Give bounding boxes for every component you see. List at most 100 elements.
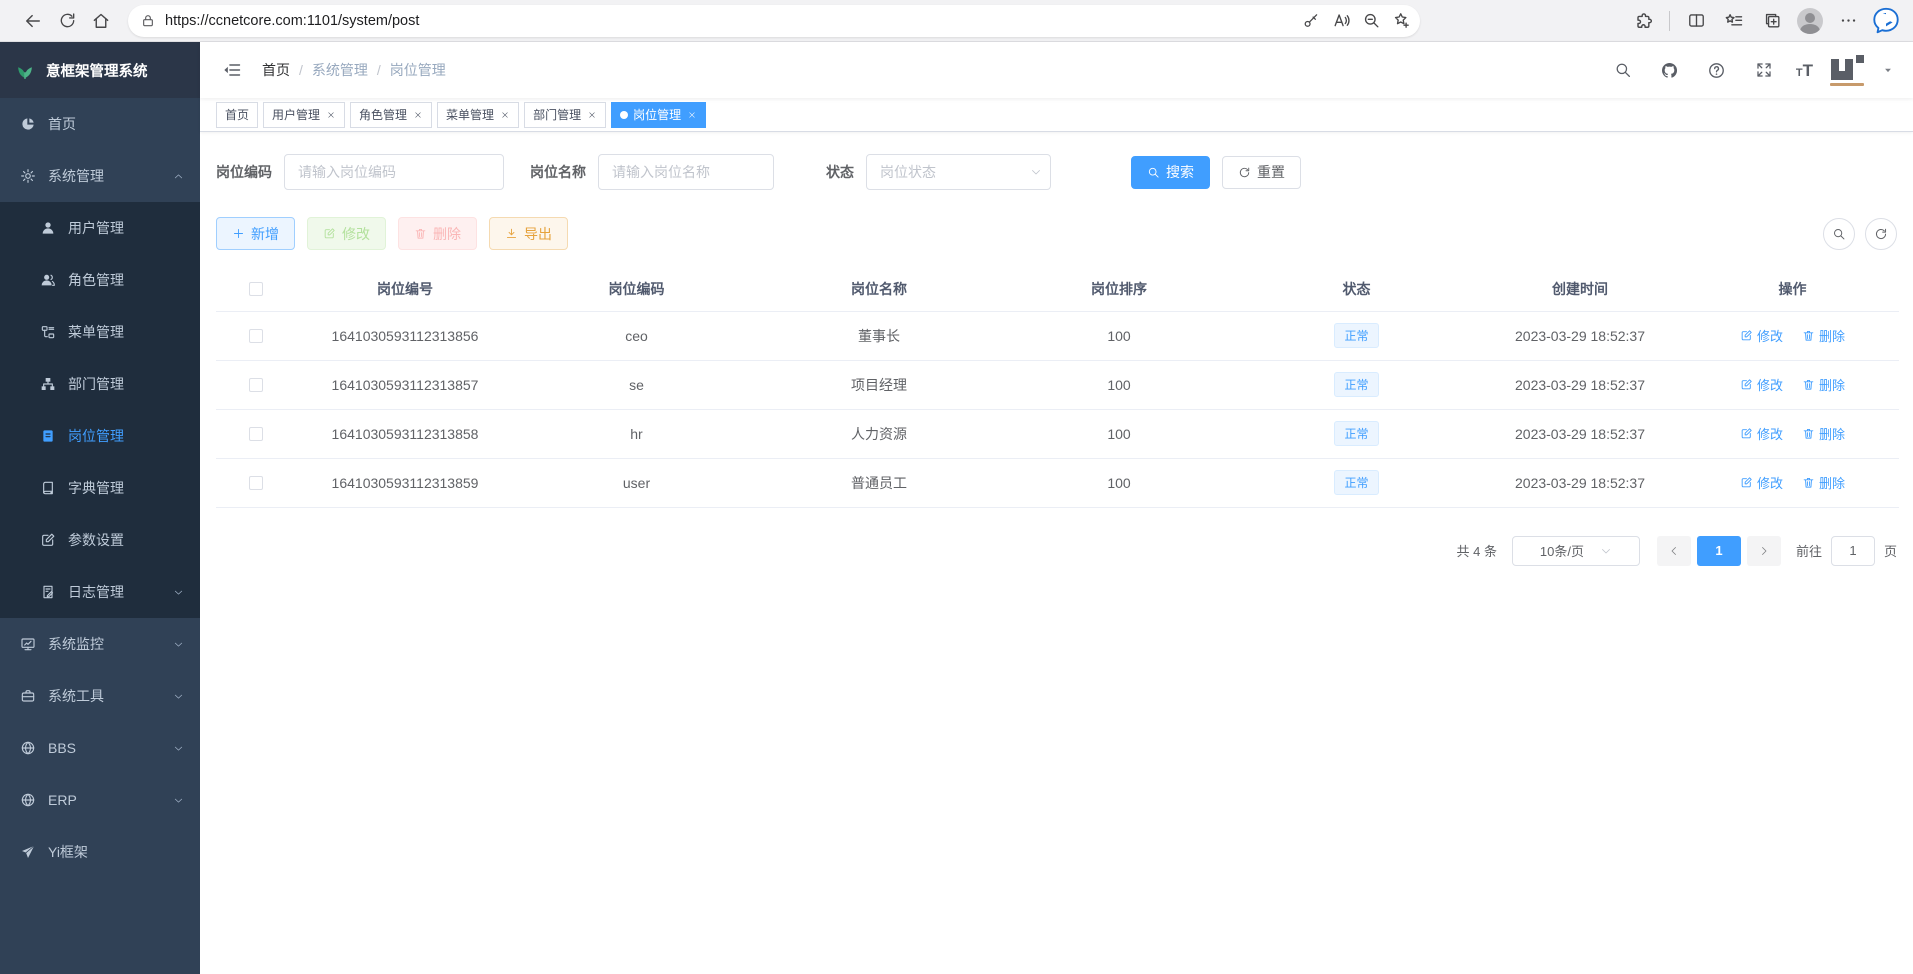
cell-post-code: user: [514, 458, 759, 507]
tag-role-mgmt[interactable]: 角色管理: [350, 102, 432, 128]
row-checkbox[interactable]: [249, 329, 263, 343]
search-button[interactable]: 搜索: [1131, 156, 1210, 189]
font-size-button[interactable]: TT: [1796, 62, 1813, 79]
next-page-button[interactable]: [1747, 536, 1781, 566]
row-edit-link[interactable]: 修改: [1740, 424, 1783, 443]
table-row[interactable]: 1641030593112313856 ceo 董事长 100 正常 2023-…: [216, 311, 1899, 360]
export-button[interactable]: 导出: [489, 217, 568, 250]
sidebar-item-label: 部门管理: [68, 374, 124, 394]
fullscreen-icon: [1755, 61, 1773, 79]
tag-label: 角色管理: [359, 106, 407, 123]
row-edit-link[interactable]: 修改: [1740, 473, 1783, 492]
read-aloud-button[interactable]: [1326, 7, 1356, 35]
sidebar-item-user-mgmt[interactable]: 用户管理: [0, 202, 200, 254]
row-checkbox[interactable]: [249, 378, 263, 392]
sidebar-item-role-mgmt[interactable]: 角色管理: [0, 254, 200, 306]
sidebar-item-system-tools[interactable]: 系统工具: [0, 670, 200, 722]
row-delete-link[interactable]: 删除: [1802, 326, 1845, 345]
page-content: 岗位编码 岗位名称 状态 岗位状态 搜索 重置: [200, 132, 1913, 974]
select-all-checkbox[interactable]: [249, 282, 263, 296]
col-created: 创建时间: [1474, 267, 1686, 311]
post-code-input[interactable]: [284, 154, 504, 190]
tag-close-icon[interactable]: [412, 109, 423, 120]
help-button[interactable]: [1702, 55, 1732, 85]
page-size-select[interactable]: 10条/页: [1512, 536, 1640, 566]
tag-home[interactable]: 首页: [216, 102, 258, 128]
delete-button[interactable]: 删除: [398, 217, 477, 250]
browser-menu-button[interactable]: [1831, 4, 1865, 38]
col-post-name: 岗位名称: [759, 267, 999, 311]
current-page-button[interactable]: 1: [1697, 536, 1741, 566]
show-search-toggle-button[interactable]: [1823, 218, 1855, 250]
sidebar-item-label: BBS: [48, 740, 76, 756]
download-icon: [505, 227, 518, 240]
extensions-button[interactable]: [1626, 4, 1660, 38]
goto-page-input[interactable]: [1831, 536, 1875, 566]
split-screen-button[interactable]: [1679, 4, 1713, 38]
bing-chat-button[interactable]: [1869, 4, 1903, 38]
row-edit-link[interactable]: 修改: [1740, 326, 1783, 345]
sidebar-item-menu-mgmt[interactable]: 菜单管理: [0, 306, 200, 358]
status-select[interactable]: 岗位状态: [866, 154, 1051, 190]
table-toolbar: 新增 修改 删除 导出: [216, 217, 1899, 250]
tag-close-icon[interactable]: [499, 109, 510, 120]
row-delete-link[interactable]: 删除: [1802, 473, 1845, 492]
zoom-out-button[interactable]: [1356, 7, 1386, 35]
header-search-button[interactable]: [1608, 55, 1638, 85]
user-avatar-menu[interactable]: [1830, 55, 1864, 86]
sidebar-item-dept-mgmt[interactable]: 部门管理: [0, 358, 200, 410]
sidebar-item-param-settings[interactable]: 参数设置: [0, 514, 200, 566]
row-delete-link[interactable]: 删除: [1802, 375, 1845, 394]
table-row[interactable]: 1641030593112313858 hr 人力资源 100 正常 2023-…: [216, 409, 1899, 458]
password-key-button[interactable]: [1296, 7, 1326, 35]
caret-down-icon[interactable]: [1883, 65, 1893, 75]
browser-home-button[interactable]: [84, 4, 118, 38]
sidebar-item-log-mgmt[interactable]: 日志管理: [0, 566, 200, 618]
app-logo[interactable]: 意框架管理系统: [0, 42, 200, 98]
sidebar-item-dict-mgmt[interactable]: 字典管理: [0, 462, 200, 514]
row-checkbox[interactable]: [249, 427, 263, 441]
sidebar-item-home[interactable]: 首页: [0, 98, 200, 150]
tag-post-mgmt-active[interactable]: 岗位管理: [611, 102, 706, 128]
sidebar-item-system-monitor[interactable]: 系统监控: [0, 618, 200, 670]
table-row[interactable]: 1641030593112313857 se 项目经理 100 正常 2023-…: [216, 360, 1899, 409]
tag-close-icon[interactable]: [686, 109, 697, 120]
reset-button[interactable]: 重置: [1222, 156, 1301, 189]
fullscreen-button[interactable]: [1749, 55, 1779, 85]
profile-button[interactable]: [1793, 4, 1827, 38]
add-button[interactable]: 新增: [216, 217, 295, 250]
sidebar-collapse-button[interactable]: [214, 52, 250, 88]
favorites-button[interactable]: [1717, 4, 1751, 38]
collections-button[interactable]: [1755, 4, 1789, 38]
address-bar[interactable]: https://ccnetcore.com:1101/system/post: [128, 5, 1420, 37]
browser-back-button[interactable]: [16, 4, 50, 38]
sidebar-item-erp[interactable]: ERP: [0, 774, 200, 826]
url-text[interactable]: https://ccnetcore.com:1101/system/post: [165, 13, 1296, 29]
tag-dept-mgmt[interactable]: 部门管理: [524, 102, 606, 128]
add-favorite-button[interactable]: [1386, 7, 1416, 35]
row-checkbox[interactable]: [249, 476, 263, 490]
github-link-button[interactable]: [1655, 55, 1685, 85]
sidebar-item-system-mgmt[interactable]: 系统管理: [0, 150, 200, 202]
chevron-down-icon: [1030, 166, 1042, 178]
cell-post-sort: 100: [999, 360, 1239, 409]
header-select-all: [216, 267, 296, 311]
refresh-table-button[interactable]: [1865, 218, 1897, 250]
sidebar-item-label: 用户管理: [68, 218, 124, 238]
breadcrumb-home[interactable]: 首页: [262, 60, 290, 80]
sidebar-item-post-mgmt[interactable]: 岗位管理: [0, 410, 200, 462]
tag-close-icon[interactable]: [325, 109, 336, 120]
browser-refresh-button[interactable]: [50, 4, 84, 38]
sidebar-item-bbs[interactable]: BBS: [0, 722, 200, 774]
edit-button[interactable]: 修改: [307, 217, 386, 250]
sidebar-item-yi-framework[interactable]: Yi框架: [0, 826, 200, 878]
row-delete-link[interactable]: 删除: [1802, 424, 1845, 443]
post-name-input[interactable]: [598, 154, 774, 190]
tag-close-icon[interactable]: [586, 109, 597, 120]
row-edit-link[interactable]: 修改: [1740, 375, 1783, 394]
prev-page-button[interactable]: [1657, 536, 1691, 566]
cell-created: 2023-03-29 18:52:37: [1474, 409, 1686, 458]
tag-user-mgmt[interactable]: 用户管理: [263, 102, 345, 128]
tag-menu-mgmt[interactable]: 菜单管理: [437, 102, 519, 128]
table-row[interactable]: 1641030593112313859 user 普通员工 100 正常 202…: [216, 458, 1899, 507]
